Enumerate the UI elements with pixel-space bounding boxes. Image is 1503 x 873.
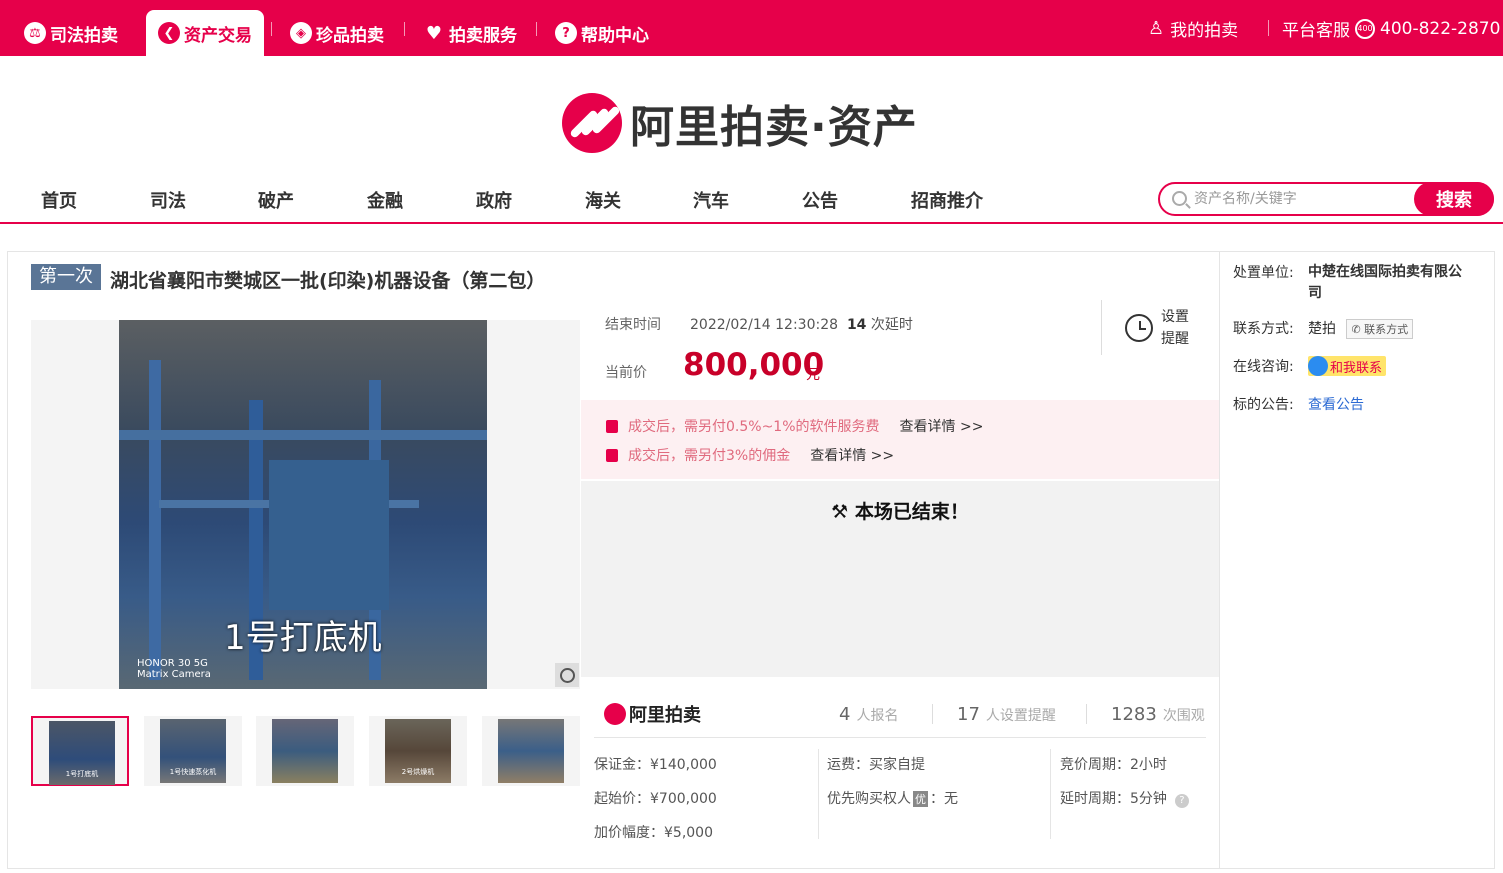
gavel-icon: ⚒: [831, 501, 849, 523]
brand-logo-icon: [604, 703, 626, 725]
bid-period: 竞价周期：2小时: [1060, 757, 1167, 773]
nav-item-investment[interactable]: 招商推介: [911, 187, 983, 213]
chat-bubble-icon: [1308, 356, 1328, 376]
ended-text: 本场已结束！: [854, 501, 969, 523]
search-input[interactable]: [1194, 188, 1394, 210]
fee-notice: 成交后，需另付0.5%~1%的软件服务费 查看详情 >> 成交后，需另付3%的佣…: [581, 400, 1219, 479]
site-logo[interactable]: 阿里拍卖·资产: [562, 91, 918, 155]
photo-watermark: HONOR 30 5G Matrix Camera: [137, 658, 211, 680]
reminder-stat: 17 人设置提醒: [957, 704, 1056, 725]
nav-item-bankruptcy[interactable]: 破产: [258, 187, 294, 213]
topnav-label: 帮助中心: [581, 25, 649, 46]
price-unit: 元: [806, 367, 820, 383]
fee-icon: [606, 419, 618, 433]
thumbnail[interactable]: 1号快速蒸化机: [144, 716, 242, 786]
disposal-unit-value: 中楚在线国际拍卖有限公 司: [1308, 264, 1462, 301]
nav-item-home[interactable]: 首页: [41, 187, 77, 213]
thumbnail[interactable]: [482, 716, 580, 786]
end-time-label: 结束时间: [605, 317, 661, 333]
search-box: 搜索: [1158, 182, 1494, 216]
thumbnail[interactable]: 2号烘燥机: [369, 716, 467, 786]
topnav-label: 司法拍卖: [50, 25, 118, 46]
delay-period: 延时周期：5分钟?: [1060, 788, 1189, 808]
contact-label: 联系方式:: [1233, 321, 1294, 337]
phone-icon: ✆: [1351, 323, 1361, 336]
contact-value: 楚拍 ✆ 联系方式: [1308, 318, 1414, 339]
current-price: 800,000: [683, 347, 825, 383]
question-icon: ?: [555, 22, 577, 44]
ali-auction-brand: 阿里拍卖: [604, 701, 701, 727]
my-auction-label: 我的拍卖: [1170, 21, 1239, 41]
help-icon[interactable]: ?: [1174, 794, 1189, 808]
fee-notice-row: 成交后，需另付0.5%~1%的软件服务费 查看详情 >>: [606, 416, 983, 436]
consult-label: 在线咨询:: [1233, 359, 1294, 375]
view-notice-link[interactable]: 查看公告: [1308, 394, 1364, 414]
end-time-value: 2022/02/14 12:30:28 14 次延时: [690, 317, 913, 333]
main-photo: 1号打底机 HONOR 30 5G Matrix Camera: [119, 320, 487, 689]
search-button[interactable]: 搜索: [1414, 182, 1494, 216]
phone-icon: 400: [1355, 18, 1375, 39]
consult-value: 和我联系: [1308, 356, 1387, 380]
topnav-label: 珍品拍卖: [316, 25, 384, 46]
delay-count: 14: [846, 317, 867, 333]
details-link[interactable]: 查看详情 >>: [810, 445, 894, 465]
nav-item-government[interactable]: 政府: [476, 187, 512, 213]
treasure-icon: ◈: [290, 22, 312, 44]
priority-tag: 优: [913, 791, 928, 807]
asset-icon: ❮: [158, 22, 180, 44]
topnav-help-center[interactable]: ? 帮助中心: [555, 10, 649, 56]
alarm-clock-icon: [1125, 314, 1153, 342]
court-icon: ⚖: [24, 22, 46, 44]
nav-item-judicial[interactable]: 司法: [150, 187, 186, 213]
topnav-treasure-auction[interactable]: ◈ 珍品拍卖: [290, 10, 384, 56]
topnav-auction-service[interactable]: ♥ 拍卖服务: [423, 10, 517, 56]
contact-button[interactable]: ✆ 联系方式: [1346, 319, 1414, 339]
customer-service[interactable]: 平台客服 400 400-822-2870: [1282, 16, 1500, 41]
top-bar: ⚖ 司法拍卖 ❮ 资产交易 ◈ 珍品拍卖 ♥ 拍卖服务 ? 帮助中心 ♙ 我的拍…: [0, 0, 1503, 56]
price-label: 当前价: [605, 365, 647, 381]
service-label: 平台客服: [1282, 21, 1350, 41]
fee-icon: [606, 448, 618, 462]
zoom-icon[interactable]: [555, 663, 579, 687]
thumbnail[interactable]: 1号打底机: [31, 716, 129, 786]
main-image-viewer[interactable]: 1号打底机 HONOR 30 5G Matrix Camera: [31, 320, 580, 689]
logo-text: 阿里拍卖·资产: [630, 102, 918, 153]
nav-item-notice[interactable]: 公告: [802, 187, 838, 213]
my-auction-link[interactable]: ♙ 我的拍卖: [1148, 16, 1238, 41]
thumbnail[interactable]: [256, 716, 354, 786]
item-title: 湖北省襄阳市樊城区一批(印染)机器设备（第二包）: [110, 270, 546, 292]
disposal-unit-label: 处置单位:: [1233, 265, 1294, 281]
details-link[interactable]: 查看详情 >>: [900, 416, 984, 436]
topnav-label: 资产交易: [184, 25, 252, 46]
topnav-asset-trading[interactable]: ❮ 资产交易: [146, 10, 264, 56]
set-reminder-button[interactable]: 设置 提醒: [1125, 306, 1189, 350]
user-icon: ♙: [1148, 18, 1165, 39]
priority-buyer: 优先购买权人优：无: [827, 791, 958, 807]
logo-mark-icon: [562, 93, 622, 153]
round-badge: 第一次: [31, 264, 101, 290]
nav-item-customs[interactable]: 海关: [585, 187, 621, 213]
start-price: 起始价：¥700,000: [594, 791, 717, 807]
auction-ended-panel: ⚒ 本场已结束！: [581, 481, 1219, 677]
topnav-label: 拍卖服务: [449, 25, 517, 46]
heart-icon: ♥: [425, 22, 443, 44]
topnav-judicial-auction[interactable]: ⚖ 司法拍卖: [24, 10, 118, 56]
notice-label: 标的公告:: [1233, 397, 1294, 413]
nav-item-auto[interactable]: 汽车: [693, 187, 729, 213]
fee-notice-row: 成交后，需另付3%的佣金 查看详情 >>: [606, 445, 894, 465]
service-phone: 400-822-2870: [1380, 18, 1501, 39]
nav-item-finance[interactable]: 金融: [367, 187, 403, 213]
chat-button[interactable]: 和我联系: [1308, 356, 1387, 376]
view-stat: 1283 次围观: [1111, 704, 1205, 725]
deposit: 保证金：¥140,000: [594, 757, 717, 773]
shipping: 运费：买家自提: [827, 757, 925, 773]
signup-stat: 4 人报名: [839, 704, 899, 725]
photo-caption: 1号打底机: [224, 618, 382, 658]
search-icon: [1172, 191, 1187, 206]
bid-increment: 加价幅度：¥5,000: [594, 825, 713, 841]
sidebar-divider: [1219, 251, 1220, 869]
